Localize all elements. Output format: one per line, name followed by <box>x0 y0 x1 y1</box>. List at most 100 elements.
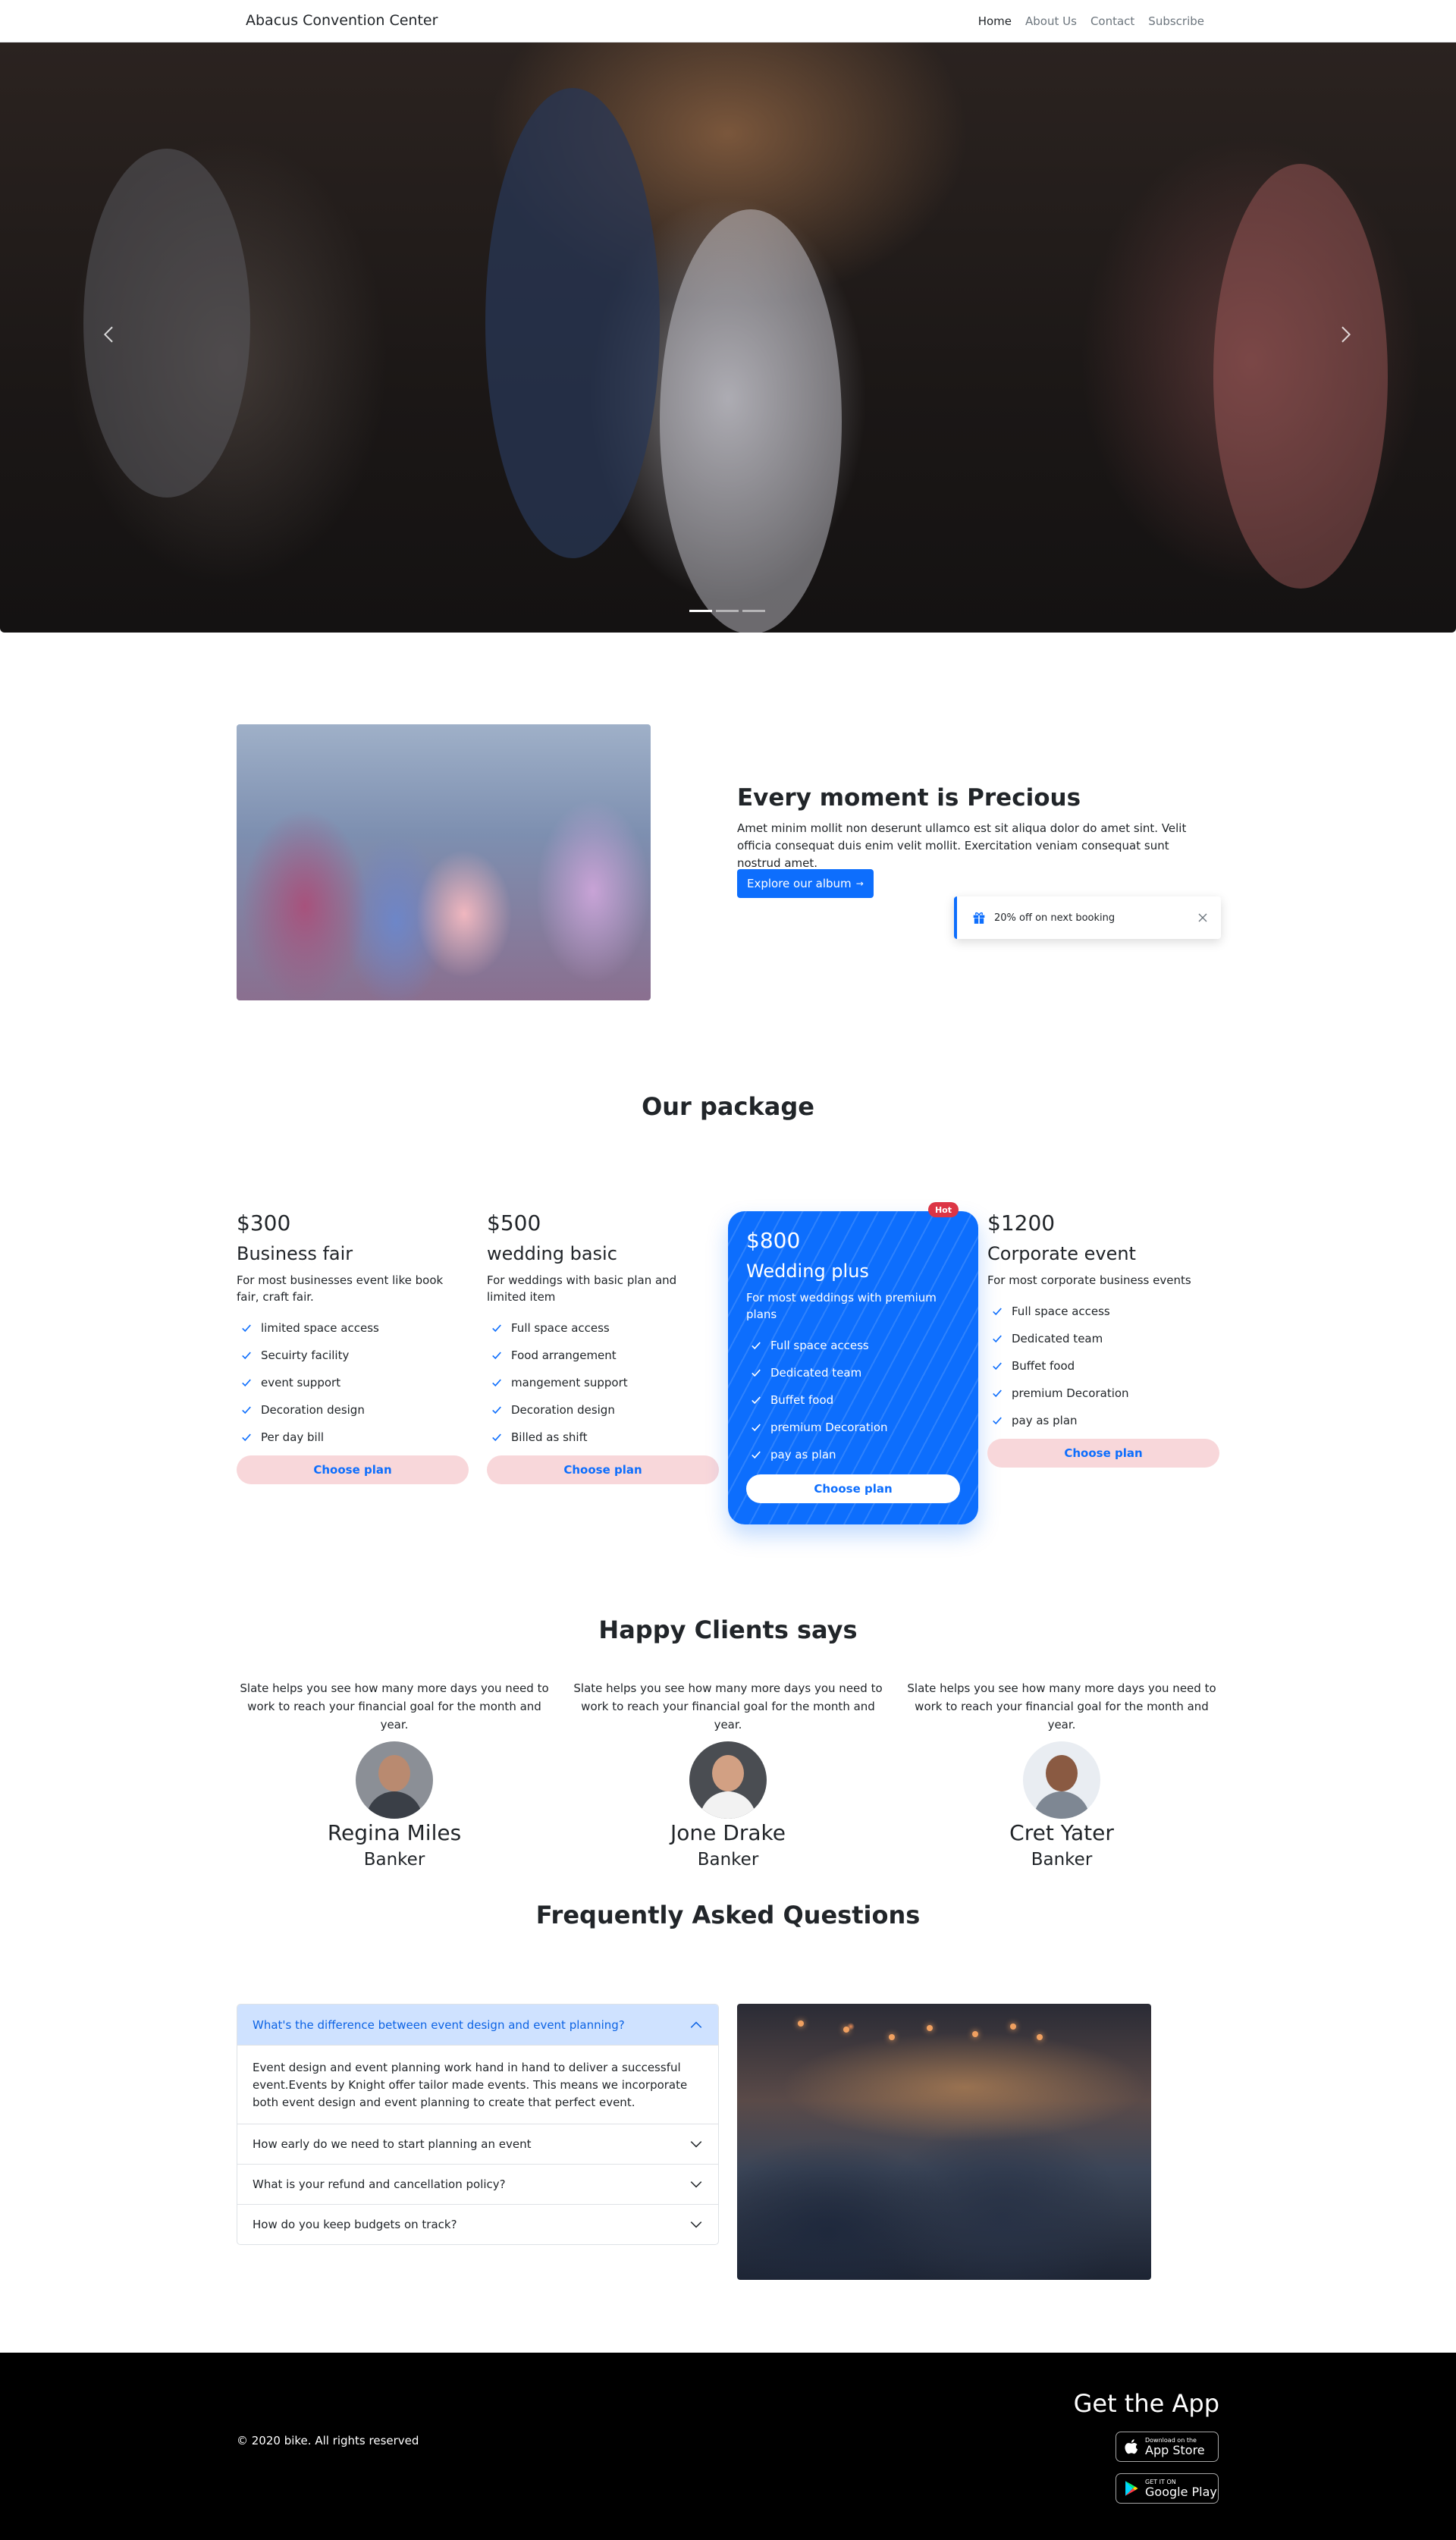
hero-carousel <box>0 42 1456 633</box>
avatar-head <box>712 1755 744 1791</box>
faq-question[interactable]: What's the difference between event desi… <box>237 2005 718 2045</box>
app-store-button[interactable]: Download on the App Store <box>1116 2432 1219 2462</box>
carousel-indicator-2[interactable] <box>716 610 739 612</box>
plan-feature-label: premium Decoration <box>1012 1386 1129 1400</box>
avatar <box>1023 1741 1100 1819</box>
plan-feature-label: Decoration design <box>511 1403 615 1417</box>
check-icon <box>242 1433 251 1442</box>
client-role: Banker <box>363 1850 425 1870</box>
plan-name: Corporate event <box>987 1243 1136 1264</box>
testimonial-quote: Slate helps you see how many more days y… <box>240 1681 549 1732</box>
faq-question-label: What's the difference between event desi… <box>253 2017 625 2032</box>
stage-light <box>843 2027 849 2033</box>
choose-plan-button[interactable]: Choose plan <box>237 1455 469 1484</box>
nav-link-contact[interactable]: Contact <box>1090 14 1134 28</box>
plan-feature: limited space access <box>237 1314 469 1342</box>
carousel-next-button[interactable] <box>1330 319 1360 350</box>
plan-feature-label: Per day bill <box>261 1430 325 1444</box>
chevron-right-icon <box>1341 326 1351 343</box>
plan-feature-label: pay as plan <box>770 1448 836 1462</box>
plan-card-wedding-plus: Hot $800 Wedding plus For most weddings … <box>728 1202 978 1524</box>
carousel-indicator-1[interactable] <box>689 610 712 612</box>
plan-feature: Decoration design <box>487 1396 719 1424</box>
plan-desc: For weddings with basic plan and limited… <box>487 1273 677 1304</box>
carousel-prev-button[interactable] <box>94 319 124 350</box>
plan-feature: Dedicated team <box>987 1325 1219 1352</box>
chevron-left-icon <box>103 326 113 343</box>
plan-feature: Full space access <box>987 1298 1219 1325</box>
google-play-button[interactable]: GET IT ON Google Play <box>1116 2473 1219 2504</box>
check-icon <box>492 1433 501 1442</box>
carousel-indicator-3[interactable] <box>742 610 765 612</box>
check-icon <box>242 1352 251 1360</box>
footer: © 2020 bike. All rights reserved Get the… <box>0 2353 1456 2540</box>
faq-photo <box>737 2004 1151 2280</box>
plan-features: Full space access Food arrangement mange… <box>487 1314 719 1451</box>
get-app-title: Get the App <box>1073 2389 1219 2418</box>
plan-desc: For most corporate business events <box>987 1273 1191 1287</box>
check-icon <box>492 1379 501 1387</box>
faq-question-label: How early do we need to start planning a… <box>253 2137 532 2151</box>
check-icon <box>993 1335 1002 1343</box>
plan-feature: event support <box>237 1369 469 1396</box>
copyright: © 2020 bike. All rights reserved <box>237 2434 419 2447</box>
faq-question-label: What is your refund and cancellation pol… <box>253 2177 506 2191</box>
plan-feature-label: Full space access <box>1012 1305 1110 1318</box>
stage-light <box>972 2031 978 2037</box>
testimonial-card: Slate helps you see how many more days y… <box>569 1679 887 1870</box>
check-icon <box>752 1451 761 1459</box>
plan-feature: Decoration design <box>237 1396 469 1424</box>
client-name: Jone Drake <box>670 1820 786 1845</box>
check-icon <box>242 1379 251 1387</box>
check-icon <box>993 1308 1002 1316</box>
plan-feature: Buffet food <box>987 1352 1219 1380</box>
plan-features: Full space access Dedicated team Buffet … <box>987 1298 1219 1434</box>
faq-question-label: How do you keep budgets on track? <box>253 2218 457 2231</box>
explore-album-label: Explore our album <box>747 877 852 890</box>
check-icon <box>993 1362 1002 1370</box>
nav-link-home[interactable]: Home <box>978 14 1012 28</box>
plan-desc: For most weddings with premium plans <box>746 1291 937 1321</box>
google-play-icon <box>1125 2481 1138 2496</box>
client-name: Cret Yater <box>1009 1820 1114 1845</box>
plan-name: Wedding plus <box>746 1261 869 1282</box>
faq-question[interactable]: What is your refund and cancellation pol… <box>237 2164 718 2204</box>
faq-question[interactable]: How early do we need to start planning a… <box>237 2124 718 2164</box>
plan-feature: Food arrangement <box>487 1342 719 1369</box>
promo-toast: 20% off on next booking <box>954 896 1221 939</box>
plan-feature-label: mangement support <box>511 1376 628 1389</box>
nav-link-about[interactable]: About Us <box>1025 14 1077 28</box>
check-icon <box>492 1406 501 1414</box>
testimonial-quote: Slate helps you see how many more days y… <box>573 1681 883 1732</box>
app-store-big-label: App Store <box>1145 2442 1205 2457</box>
google-play-big-label: Google Play <box>1145 2484 1217 2499</box>
faq-question[interactable]: How do you keep budgets on track? <box>237 2204 718 2244</box>
avatar-head <box>378 1755 410 1791</box>
client-role: Banker <box>1031 1850 1093 1870</box>
plan-feature-label: limited space access <box>261 1321 379 1335</box>
plan-price: $300 <box>237 1210 291 1235</box>
plan-feature: mangement support <box>487 1369 719 1396</box>
choose-plan-button[interactable]: Choose plan <box>487 1455 719 1484</box>
check-icon <box>752 1342 761 1350</box>
chevron-up-icon <box>690 2021 702 2028</box>
plan-features: limited space access Secuirty facility e… <box>237 1314 469 1451</box>
close-icon[interactable] <box>1197 912 1209 924</box>
nav-link-subscribe[interactable]: Subscribe <box>1148 14 1204 28</box>
plan-card-business-fair: $300 Business fair For most businesses e… <box>237 1210 469 1484</box>
apple-icon <box>1125 2439 1138 2454</box>
choose-plan-button[interactable]: Choose plan <box>746 1474 960 1503</box>
hot-badge: Hot <box>927 1202 959 1217</box>
stage-light <box>798 2020 804 2027</box>
google-play-text: GET IT ON Google Play <box>1145 2479 1217 2499</box>
plan-feature-label: Buffet food <box>770 1393 834 1407</box>
hero-photo-bride <box>660 209 842 633</box>
choose-plan-button[interactable]: Choose plan <box>987 1439 1219 1468</box>
about-title: Every moment is Precious <box>737 784 1081 812</box>
avatar-body <box>1034 1791 1090 1819</box>
explore-album-button[interactable]: Explore our album → <box>737 869 874 898</box>
plan-desc: For most businesses event like book fair… <box>237 1273 444 1304</box>
client-role: Banker <box>697 1850 759 1870</box>
plan-feature-label: Dedicated team <box>1012 1332 1103 1345</box>
brand[interactable]: Abacus Convention Center <box>246 12 438 29</box>
